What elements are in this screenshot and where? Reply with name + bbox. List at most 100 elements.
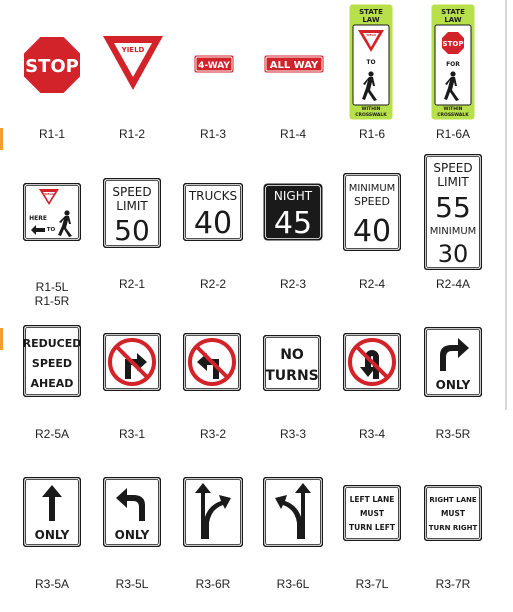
code-r3-1: R3-1 bbox=[118, 427, 145, 441]
sign-r3-4 bbox=[343, 333, 401, 391]
sign-r3-7l-line1: LEFT LANE bbox=[350, 495, 395, 504]
sign-r2-1: SPEED LIMIT 50 bbox=[103, 178, 161, 248]
code-r1-6a: R1-6A bbox=[435, 127, 470, 141]
sign-r3-5a-only: ONLY bbox=[35, 528, 70, 542]
sign-r3-6r bbox=[183, 477, 243, 547]
code-r3-6l: R3-6L bbox=[276, 577, 310, 591]
sign-r3-3: NO TURNS bbox=[263, 335, 321, 391]
code-r1-4: R1-4 bbox=[279, 127, 306, 141]
sign-r1-5-yield: YIELD bbox=[43, 192, 54, 196]
sign-r3-5l: ONLY bbox=[103, 477, 161, 547]
code-r1-2: R1-2 bbox=[118, 127, 145, 141]
sign-r2-1-line2: LIMIT bbox=[116, 199, 148, 213]
sign-r3-3-line2: TURNS bbox=[265, 368, 319, 384]
sign-r3-3-line1: NO bbox=[280, 347, 304, 363]
code-r2-2: R2-2 bbox=[199, 277, 226, 291]
sign-r2-4-line2: SPEED bbox=[354, 195, 390, 208]
sign-r2-2-value: 40 bbox=[194, 206, 232, 241]
sign-r3-6l bbox=[263, 477, 323, 547]
sign-r1-1: STOP bbox=[22, 35, 82, 95]
sign-r3-1 bbox=[103, 333, 161, 391]
sign-r2-2-line1: TRUCKS bbox=[188, 189, 237, 203]
edge-marker bbox=[0, 328, 3, 350]
scroll-edge bbox=[505, 0, 507, 410]
sign-r1-3-text: 4-WAY bbox=[198, 61, 230, 71]
sign-r1-6-line2: LAW bbox=[362, 16, 380, 24]
sign-r1-6a-stop: STOP bbox=[443, 40, 464, 48]
sign-r1-6a-within2: CROSSWALK bbox=[437, 112, 469, 118]
code-r3-7l: R3-7L bbox=[355, 577, 389, 591]
sign-r1-6a-within1: WITHIN bbox=[444, 106, 463, 112]
sign-r2-4a: SPEED LIMIT 55 MINIMUM 30 bbox=[424, 154, 482, 270]
code-r3-3: R3-3 bbox=[279, 427, 306, 441]
sign-r3-7l-line3: TURN LEFT bbox=[349, 523, 396, 532]
code-r3-5r: R3-5R bbox=[435, 427, 471, 441]
sign-r1-6a-line1: STATE bbox=[441, 8, 465, 16]
sign-r3-7l-line2: MUST bbox=[360, 509, 385, 518]
code-r3-5a: R3-5A bbox=[34, 577, 69, 591]
sign-r1-4-text: ALL WAY bbox=[270, 60, 319, 71]
sign-r2-3-value: 45 bbox=[274, 206, 312, 241]
sign-r1-5: YIELD HERE TO bbox=[23, 183, 81, 241]
sign-r3-5l-only: ONLY bbox=[115, 528, 150, 542]
sign-r2-5a-line3: AHEAD bbox=[31, 377, 74, 390]
code-r2-4a: R2-4A bbox=[435, 277, 470, 291]
sign-r2-5a-line1: REDUCED bbox=[23, 337, 81, 350]
sign-r2-4a-value2: 30 bbox=[438, 240, 469, 268]
sign-r3-5a: ONLY bbox=[23, 477, 81, 547]
sign-r3-2 bbox=[183, 333, 241, 391]
sign-r3-5r-only: ONLY bbox=[436, 378, 471, 392]
sign-r2-5a-line2: SPEED bbox=[32, 357, 72, 370]
code-r1-1: R1-1 bbox=[38, 127, 65, 141]
sign-r2-4-value: 40 bbox=[353, 214, 391, 249]
sign-r1-6: STATE LAW YIELD TO WITHIN CROSSWALK bbox=[349, 4, 393, 120]
sign-r1-1-text: STOP bbox=[25, 56, 79, 77]
code-r2-3: R2-3 bbox=[279, 277, 306, 291]
code-r2-5a: R2-5A bbox=[34, 427, 69, 441]
sign-r2-4a-line2: LIMIT bbox=[437, 175, 469, 189]
code-r2-1: R2-1 bbox=[118, 277, 145, 291]
sign-r1-6-within1: WITHIN bbox=[362, 106, 381, 112]
sign-r2-1-line1: SPEED bbox=[112, 185, 151, 199]
sign-r2-2: TRUCKS 40 bbox=[183, 183, 243, 241]
sign-r2-4: MINIMUM SPEED 40 bbox=[343, 173, 401, 251]
sign-r1-5-to: TO bbox=[47, 227, 56, 233]
sign-r1-6-yield: YIELD bbox=[365, 33, 376, 37]
sign-r2-3-line1: NIGHT bbox=[274, 189, 313, 203]
sign-r3-7r-line3: TURN RIGHT bbox=[429, 524, 478, 532]
sign-r2-4-line1: MINIMUM bbox=[349, 183, 396, 194]
sign-r1-2-text: YIELD bbox=[121, 46, 145, 54]
sign-r2-3: NIGHT 45 bbox=[263, 183, 323, 241]
sign-r1-2: YIELD bbox=[103, 36, 163, 90]
sign-r1-6a-for: FOR bbox=[446, 61, 460, 68]
code-r3-2: R3-2 bbox=[199, 427, 226, 441]
sign-r1-4: ALL WAY bbox=[264, 55, 324, 73]
sign-r3-7l: LEFT LANE MUST TURN LEFT bbox=[343, 485, 401, 541]
sign-r1-6-to: TO bbox=[366, 59, 375, 66]
code-r1-5r: R1-5R bbox=[34, 294, 70, 308]
sign-r2-4a-line1: SPEED bbox=[433, 161, 472, 175]
code-r1-3: R1-3 bbox=[199, 127, 226, 141]
sign-r2-1-value: 50 bbox=[114, 214, 150, 247]
sign-r1-6a-line2: LAW bbox=[444, 16, 462, 24]
code-r2-4: R2-4 bbox=[358, 277, 385, 291]
code-r3-5l: R3-5L bbox=[115, 577, 149, 591]
sign-r3-7r-line1: RIGHT LANE bbox=[429, 496, 477, 504]
sign-r1-6-line1: STATE bbox=[359, 8, 383, 16]
sign-r2-5a: REDUCED SPEED AHEAD bbox=[23, 325, 81, 397]
sign-r1-5-here: HERE bbox=[29, 215, 47, 222]
sign-r1-6a: STATE LAW STOP FOR WITHIN CROSSWALK bbox=[431, 4, 475, 120]
code-r3-7r: R3-7R bbox=[435, 577, 471, 591]
sign-r1-3: 4-WAY bbox=[194, 55, 234, 73]
sign-r3-5r: ONLY bbox=[424, 327, 482, 397]
edge-marker bbox=[0, 128, 3, 150]
sign-r3-7r-line2: MUST bbox=[441, 509, 466, 518]
sign-r2-4a-value: 55 bbox=[435, 191, 471, 224]
code-r1-5l: R1-5L bbox=[35, 280, 69, 294]
code-r3-6r: R3-6R bbox=[195, 577, 231, 591]
sign-r1-6-within2: CROSSWALK bbox=[355, 112, 387, 118]
sign-r2-4a-line3: MINIMUM bbox=[430, 226, 477, 237]
sign-r3-7r: RIGHT LANE MUST TURN RIGHT bbox=[424, 485, 482, 541]
code-r1-6: R1-6 bbox=[358, 127, 385, 141]
code-r3-4: R3-4 bbox=[358, 427, 385, 441]
